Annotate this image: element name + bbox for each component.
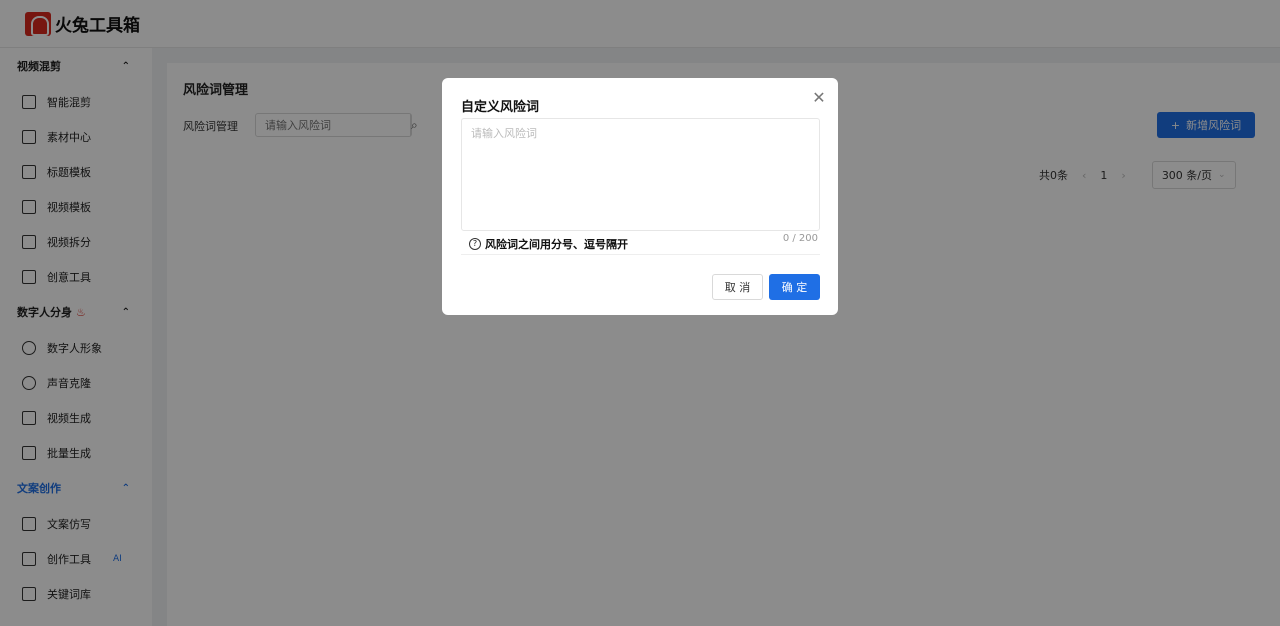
hint-row: ? 风险词之间用分号、逗号隔开 — [461, 233, 820, 255]
custom-risk-word-dialog: 自定义风险词 ✕ ? 风险词之间用分号、逗号隔开 0 / 200 取 消 确 定 — [442, 78, 838, 315]
question-icon: ? — [469, 237, 481, 250]
confirm-button[interactable]: 确 定 — [769, 274, 820, 300]
cancel-button[interactable]: 取 消 — [712, 274, 763, 300]
risk-word-textarea[interactable] — [461, 118, 820, 231]
hint-text: 风险词之间用分号、逗号隔开 — [485, 237, 628, 251]
char-counter: 0 / 200 — [782, 233, 818, 244]
dialog-title: 自定义风险词 — [461, 100, 540, 115]
close-icon[interactable]: ✕ — [811, 90, 827, 106]
